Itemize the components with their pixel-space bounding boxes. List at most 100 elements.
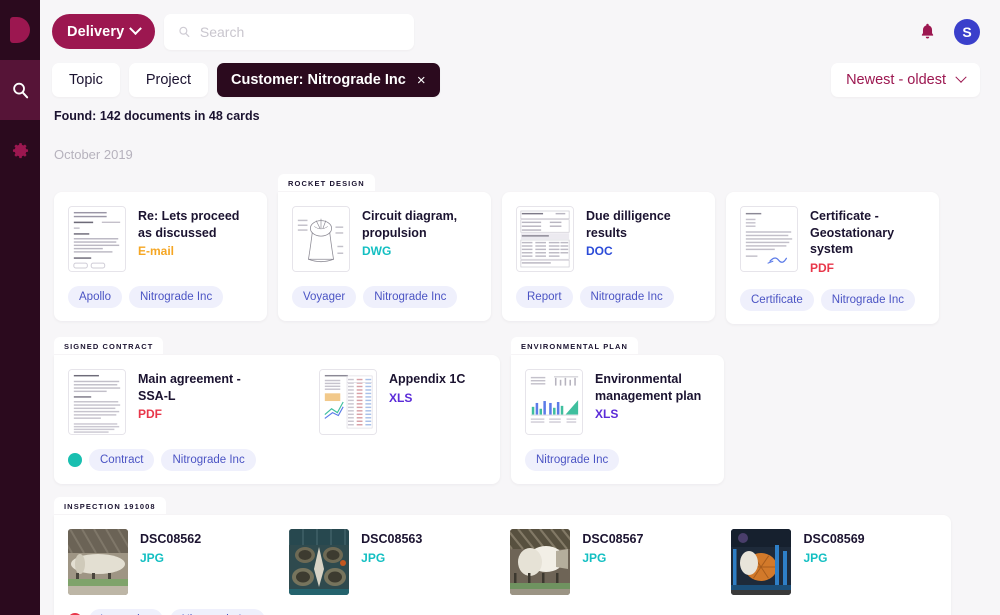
- tag-chip[interactable]: Voyager: [292, 286, 356, 308]
- document-meta: Main agreement - SSA-LPDF: [138, 369, 273, 421]
- document-list: Certificate - Geostationary system PDF: [740, 206, 925, 275]
- filter-topic-button[interactable]: Topic: [52, 63, 120, 97]
- document-thumbnail: [319, 369, 377, 435]
- document-card[interactable]: Re: Lets proceed as discussedE-mail Apoll…: [54, 192, 267, 321]
- avatar-initial: S: [962, 24, 971, 40]
- document-list: Due dilligence resultsDOC: [516, 206, 701, 272]
- document-item[interactable]: Appendix 1CXLS: [319, 369, 465, 435]
- filter-project-button[interactable]: Project: [129, 63, 208, 97]
- document-thumbnail: [731, 529, 791, 595]
- document-card[interactable]: Due dilligence resultsDOC Report Nitrograd…: [502, 192, 715, 321]
- document-item[interactable]: DSC08562 JPG: [68, 529, 201, 595]
- tag-chip[interactable]: Nitrograde Inc: [363, 286, 457, 308]
- tag-chip[interactable]: Apollo: [68, 286, 122, 308]
- document-thumbnail: [68, 206, 126, 272]
- document-title: Circuit diagram, propulsion: [362, 208, 477, 241]
- search-icon: [11, 81, 30, 100]
- document-thumbnail: [289, 529, 349, 595]
- document-thumbnail: [516, 206, 574, 272]
- card-body: Environmental management planXLS Nitrogra…: [511, 355, 724, 484]
- document-item[interactable]: Main agreement - SSA-LPDF: [68, 369, 273, 435]
- document-filetype: JPG: [803, 551, 864, 565]
- document-thumbnail: [740, 206, 798, 272]
- document-title: Appendix 1C: [389, 371, 465, 388]
- document-meta: DSC08562 JPG: [140, 529, 201, 565]
- document-filetype: JPG: [582, 551, 643, 565]
- tag-row: Apollo Nitrograde Inc: [68, 286, 253, 308]
- document-item[interactable]: DSC08563JPG: [289, 529, 422, 595]
- close-icon[interactable]: ×: [417, 73, 426, 88]
- filter-customer-label: Customer: Nitrograde Inc: [231, 72, 406, 88]
- document-title: Environmental management plan: [595, 371, 710, 404]
- document-filetype: DOC: [586, 244, 701, 258]
- card-row: Re: Lets proceed as discussedE-mail Apoll…: [54, 174, 986, 324]
- document-filetype: JPG: [140, 551, 201, 565]
- logo-d-icon: [10, 17, 30, 43]
- tag-chip[interactable]: Nitrograde Inc: [580, 286, 674, 308]
- document-list: DSC08562 JPG DSC08563JPG DSC08567JPG DSC0…: [68, 529, 937, 595]
- tag-chip[interactable]: Certificate: [740, 289, 814, 311]
- tag-row: Report Nitrograde Inc: [516, 286, 701, 308]
- sort-dropdown-button[interactable]: Newest - oldest: [831, 63, 980, 97]
- document-list: Environmental management planXLS: [525, 369, 710, 435]
- card-group-label: Signed contract: [54, 337, 163, 354]
- chevron-down-icon: [129, 22, 142, 35]
- tag-chip[interactable]: Nitrograde Inc: [161, 449, 255, 471]
- document-item[interactable]: DSC08567JPG: [510, 529, 643, 595]
- document-meta: Re: Lets proceed as discussedE-mail: [138, 206, 253, 258]
- status-dot-icon: [68, 453, 82, 467]
- document-title: DSC08569: [803, 531, 864, 548]
- card-body: Re: Lets proceed as discussedE-mail Apoll…: [54, 192, 267, 321]
- main-area: Delivery S Topic: [40, 0, 1000, 615]
- sidebar-item-search[interactable]: [0, 60, 40, 120]
- tag-chip[interactable]: Nitrograde Inc: [821, 289, 915, 311]
- document-title: Certificate - Geostationary system: [810, 208, 925, 258]
- app-logo[interactable]: [0, 0, 40, 60]
- filter-customer-chip[interactable]: Customer: Nitrograde Inc ×: [217, 63, 440, 97]
- document-item[interactable]: Certificate - Geostationary system PDF: [740, 206, 925, 275]
- document-filetype: PDF: [138, 407, 273, 421]
- document-item[interactable]: Re: Lets proceed as discussedE-mail: [68, 206, 253, 272]
- tag-chip[interactable]: Contract: [89, 449, 154, 471]
- card-grid: Re: Lets proceed as discussedE-mail Apoll…: [40, 162, 1000, 615]
- tag-chip[interactable]: Nitrograde Inc: [525, 449, 619, 471]
- document-filetype: JPG: [361, 551, 422, 565]
- document-meta: Certificate - Geostationary system PDF: [810, 206, 925, 275]
- document-card[interactable]: Signed contract Main agreement - SSA-LPD…: [54, 337, 500, 484]
- avatar[interactable]: S: [954, 19, 980, 45]
- topbar-right: S: [919, 19, 986, 45]
- sidebar: [0, 0, 40, 615]
- search-box[interactable]: [164, 14, 414, 50]
- document-meta: DSC08563JPG: [361, 529, 422, 565]
- chevron-down-icon: [955, 72, 966, 83]
- document-card[interactable]: Certificate - Geostationary systemPDFCer…: [726, 192, 939, 324]
- tag-row: Voyager Nitrograde Inc: [292, 286, 477, 308]
- document-meta: DSC08567JPG: [582, 529, 643, 565]
- document-list: Circuit diagram, propulsionDWG: [292, 206, 477, 272]
- tag-chip[interactable]: Nitrograde Inc: [170, 609, 264, 615]
- document-thumbnail: [510, 529, 570, 595]
- document-meta: Appendix 1CXLS: [389, 369, 465, 405]
- tag-chip[interactable]: Report: [516, 286, 573, 308]
- document-item[interactable]: Due dilligence resultsDOC: [516, 206, 701, 272]
- document-card[interactable]: Rocket design Circuit diagram, propulsio…: [278, 174, 491, 321]
- card-group-label: Environmental plan: [511, 337, 638, 354]
- search-input[interactable]: [200, 24, 400, 40]
- card-body: Certificate - Geostationary systemPDFCer…: [726, 192, 939, 324]
- document-title: Re: Lets proceed as discussed: [138, 208, 253, 241]
- document-item[interactable]: Circuit diagram, propulsionDWG: [292, 206, 477, 272]
- delivery-dropdown-button[interactable]: Delivery: [52, 14, 155, 49]
- document-card[interactable]: Inspection 191008 DSC08562JPG DSC08563JP…: [54, 497, 951, 615]
- document-item[interactable]: DSC08569 JPG: [731, 529, 864, 595]
- document-title: DSC08562: [140, 531, 201, 548]
- document-card[interactable]: Environmental plan Environmental managem…: [511, 337, 724, 484]
- sidebar-item-settings[interactable]: [0, 120, 40, 180]
- tag-chip[interactable]: Nitrograde Inc: [129, 286, 223, 308]
- bell-icon[interactable]: [919, 22, 936, 41]
- tag-row: Contract Nitrograde Inc: [68, 449, 486, 471]
- tag-chip[interactable]: Inspection: [89, 609, 163, 615]
- document-meta: DSC08569 JPG: [803, 529, 864, 565]
- document-filetype: PDF: [810, 261, 925, 275]
- document-thumbnail: [292, 206, 350, 272]
- document-item[interactable]: Environmental management planXLS: [525, 369, 710, 435]
